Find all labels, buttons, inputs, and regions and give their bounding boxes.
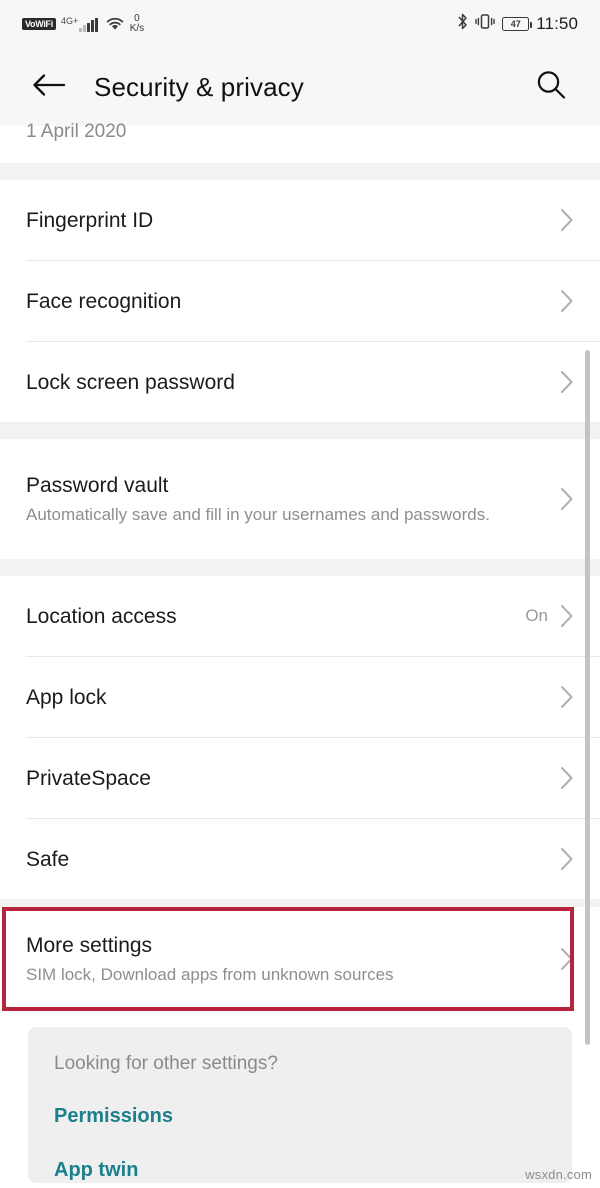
vibrate-icon	[475, 13, 495, 35]
chevron-right-icon	[560, 208, 574, 232]
list-item-label: Safe	[26, 847, 70, 871]
other-settings-question: Looking for other settings?	[54, 1053, 278, 1074]
search-button[interactable]	[528, 64, 574, 110]
list-item-label: Password vault	[26, 473, 169, 497]
group-separator	[0, 559, 600, 576]
list-item-lock-screen-password[interactable]: Lock screen password	[0, 342, 600, 422]
phone-screen: VoWiFi 4G+ 0 K/s 47 11:50 Security & pri…	[0, 0, 600, 1188]
data-rate-unit: K/s	[129, 23, 145, 34]
settings-group-privacy: Location access On App lock PrivateSpace…	[0, 576, 600, 899]
list-item-label: PrivateSpace	[26, 766, 151, 790]
chevron-right-icon	[560, 370, 574, 394]
row-texts: PrivateSpace	[26, 765, 560, 792]
chevron-right-icon	[560, 685, 574, 709]
vowifi-icon: VoWiFi	[22, 18, 56, 30]
list-item-label: Face recognition	[26, 289, 182, 313]
chevron-right-icon	[560, 604, 574, 628]
row-texts: Safe	[26, 846, 560, 873]
row-texts: Fingerprint ID	[26, 207, 560, 234]
group-separator	[0, 899, 600, 907]
list-item-face-recognition[interactable]: Face recognition	[0, 261, 600, 341]
data-rate-indicator: 0 K/s	[130, 14, 144, 34]
back-arrow-icon	[32, 72, 66, 103]
list-item-privatespace[interactable]: PrivateSpace	[0, 738, 600, 818]
status-bar: VoWiFi 4G+ 0 K/s 47 11:50	[0, 0, 600, 48]
back-button[interactable]	[26, 64, 72, 110]
cellular-signal-icon: 4G+	[60, 15, 98, 32]
list-item-label: More settings	[26, 933, 153, 957]
wifi-icon	[105, 16, 125, 32]
list-item-label: Location access	[26, 604, 177, 628]
vertical-scrollbar[interactable]	[585, 350, 590, 1045]
list-item-subtitle: SIM lock, Download apps from unknown sou…	[26, 964, 394, 984]
settings-group-more-settings: More settings SIM lock, Download apps fr…	[0, 907, 600, 1011]
list-item-fingerprint-id[interactable]: Fingerprint ID	[0, 180, 600, 260]
list-item-password-vault[interactable]: Password vault Automatically save and fi…	[0, 439, 600, 559]
list-item-label: Lock screen password	[26, 370, 235, 394]
battery-level: 47	[510, 18, 521, 29]
link-permissions[interactable]: Permissions	[28, 1103, 572, 1129]
other-settings-card: Looking for other settings? Permissions …	[28, 1027, 572, 1183]
chevron-right-icon	[560, 766, 574, 790]
row-texts: Location access	[26, 603, 525, 630]
chevron-right-icon	[560, 847, 574, 871]
group-separator	[0, 163, 600, 180]
link-app-twin[interactable]: App twin	[28, 1157, 572, 1183]
settings-scroll-area[interactable]: 1 April 2020 Fingerprint ID Face recogni…	[0, 121, 600, 1188]
battery-icon: 47	[502, 17, 533, 31]
chevron-right-icon	[560, 289, 574, 313]
bluetooth-icon	[457, 13, 468, 35]
status-bar-right: 47 11:50	[457, 13, 578, 35]
list-item-safe[interactable]: Safe	[0, 819, 600, 899]
list-item-label: Fingerprint ID	[26, 208, 154, 232]
status-bar-left: VoWiFi 4G+ 0 K/s	[22, 14, 144, 34]
list-item-label: App lock	[26, 685, 107, 709]
settings-group-password-vault: Password vault Automatically save and fi…	[0, 439, 600, 559]
list-item-subtitle: Automatically save and fill in your user…	[26, 504, 490, 524]
search-icon	[535, 69, 567, 106]
group-separator	[0, 422, 600, 439]
list-item-app-lock[interactable]: App lock	[0, 657, 600, 737]
app-header: Security & privacy	[0, 48, 600, 126]
watermark: wsxdn.com	[525, 1167, 592, 1182]
page-title: Security & privacy	[94, 71, 304, 102]
settings-group-biometrics: Fingerprint ID Face recognition Lock scr…	[0, 180, 600, 422]
row-texts: Lock screen password	[26, 369, 560, 396]
partial-row-label: 1 April 2020	[26, 121, 127, 142]
chevron-right-icon	[560, 487, 574, 511]
row-texts: Password vault Automatically save and fi…	[26, 472, 560, 527]
clock: 11:50	[536, 14, 578, 33]
row-texts: Face recognition	[26, 288, 560, 315]
partial-row-date[interactable]: 1 April 2020	[0, 121, 600, 163]
row-texts: App lock	[26, 684, 560, 711]
chevron-right-icon	[560, 947, 574, 971]
row-texts: More settings SIM lock, Download apps fr…	[26, 932, 560, 987]
signal-bars-icon	[79, 17, 98, 32]
network-type-label: 4G+	[60, 15, 79, 26]
list-item-location-access[interactable]: Location access On	[0, 576, 600, 656]
list-item-value: On	[525, 606, 548, 625]
list-item-more-settings[interactable]: More settings SIM lock, Download apps fr…	[0, 907, 600, 1011]
